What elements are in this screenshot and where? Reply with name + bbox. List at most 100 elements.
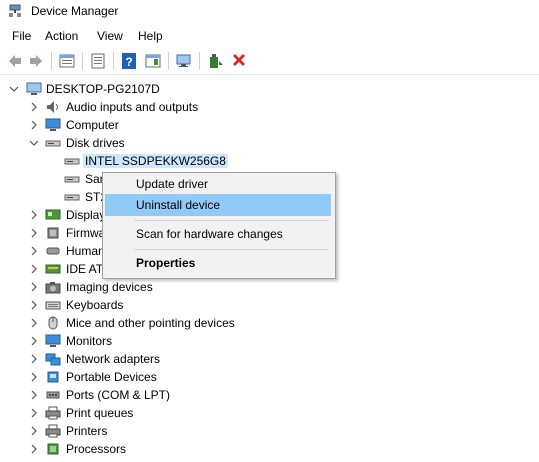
tree-item-label: Print queues [66,406,134,420]
menu-item-label: Update driver [136,177,209,191]
tree-item-label: INTEL SSDPEKKW256G8 [83,154,228,168]
action-pane-icon[interactable] [144,52,162,70]
chevron-right-icon[interactable] [29,282,39,292]
human-interface-icon [46,247,60,255]
chevron-right-icon[interactable] [29,264,39,274]
chevron-right-icon[interactable] [29,336,39,346]
tree-item-intel-ssd[interactable]: INTEL SSDPEKKW256G8 [0,152,539,170]
toolbar-separator [168,52,169,70]
menu-item-properties[interactable]: Properties [105,252,331,274]
chevron-right-icon[interactable] [29,372,39,382]
tree-item-network[interactable]: Network adapters [0,350,539,368]
title-bar: Device Manager [0,0,539,22]
tree-root[interactable]: DESKTOP-PG2107D [0,80,539,98]
menu-item-update-driver[interactable]: Update driver [105,173,331,195]
menu-view[interactable]: View [97,29,123,43]
tree-item-label: Printers [66,424,108,438]
toolbar-separator [82,52,83,70]
ide-controller-icon [45,264,61,274]
window-title: Device Manager [31,4,119,18]
keyboard-icon [45,301,61,310]
menu-action[interactable]: Action [45,29,78,43]
tree-item-label: Processors [66,442,127,456]
chevron-right-icon[interactable] [29,246,39,256]
svg-text:?: ? [125,55,132,69]
uninstall-icon[interactable] [230,52,248,70]
chevron-right-icon[interactable] [29,300,39,310]
menu-item-uninstall-device[interactable]: Uninstall device [105,194,331,216]
disk-drive-icon [64,194,80,201]
tree-item-label: Firmwa [66,226,106,240]
disk-drive-icon [64,176,80,183]
tree-item-keyboards[interactable]: Keyboards [0,296,539,314]
menu-file[interactable]: File [12,29,31,43]
tree-item-label: Audio inputs and outputs [66,100,199,114]
tree-item-label: Human [66,244,105,258]
toolbar: ? [0,48,539,75]
tree-item-label: Computer [66,118,119,132]
tree-item-label: Ports (COM & LPT) [66,388,171,402]
computer-icon [26,82,42,95]
disk-drive-icon [45,140,61,147]
disk-drive-icon [64,158,80,165]
tree-item-audio[interactable]: Audio inputs and outputs [0,98,539,116]
tree-item-label: Mice and other pointing devices [66,316,235,330]
tree-item-mice[interactable]: Mice and other pointing devices [0,314,539,332]
network-adapter-icon [45,353,61,366]
menu-separator [134,220,329,221]
tree-item-ports[interactable]: Ports (COM & LPT) [0,386,539,404]
menu-separator [134,249,329,250]
tree-item-label: Imaging devices [66,280,153,294]
tree-item-label: Sar [85,172,104,186]
tree-item-monitors[interactable]: Monitors [0,332,539,350]
tree-item-label: Keyboards [66,298,124,312]
tree-item-label: Network adapters [66,352,161,366]
monitor-icon [45,334,61,347]
tree-item-print-queues[interactable]: Print queues [0,404,539,422]
chevron-right-icon[interactable] [29,102,39,112]
device-manager-icon [9,4,21,17]
tree-item-processors[interactable]: Processors [0,440,539,458]
printer-icon [45,406,61,420]
tree-item-label: Display [66,208,106,222]
menu-item-scan-hardware[interactable]: Scan for hardware changes [105,223,331,245]
tree-item-imaging[interactable]: Imaging devices [0,278,539,296]
firmware-icon [47,227,59,239]
display-adapter-icon [45,209,61,220]
tree-item-printers[interactable]: Printers [0,422,539,440]
menu-bar: File Action View Help [0,26,539,46]
toolbar-separator [113,52,114,70]
scan-hardware-icon[interactable] [175,52,193,70]
properties-icon[interactable] [58,52,76,70]
chevron-down-icon[interactable] [29,138,39,148]
chevron-right-icon[interactable] [29,354,39,364]
tree-item-label: Portable Devices [66,370,157,384]
tree-item-computer[interactable]: Computer [0,116,539,134]
chevron-right-icon[interactable] [29,444,39,454]
show-hide-tree-icon[interactable] [89,52,107,70]
tree-item-label: Disk drives [66,136,125,150]
mouse-icon [48,316,58,330]
menu-item-label: Properties [136,256,196,270]
chevron-right-icon[interactable] [29,426,39,436]
printer-icon [45,424,61,438]
chevron-right-icon[interactable] [29,408,39,418]
chevron-right-icon[interactable] [29,210,39,220]
chevron-right-icon[interactable] [29,318,39,328]
forward-icon[interactable] [27,52,45,70]
processor-icon [47,443,59,455]
tree-item-portable[interactable]: Portable Devices [0,368,539,386]
menu-help[interactable]: Help [138,29,163,43]
help-icon[interactable]: ? [120,52,138,70]
context-menu: Update driver Uninstall device Scan for … [102,172,336,279]
chevron-down-icon[interactable] [9,84,19,94]
chevron-right-icon[interactable] [29,120,39,130]
update-driver-icon[interactable] [207,52,225,70]
tree-item-disk-drives[interactable]: Disk drives [0,134,539,152]
chevron-right-icon[interactable] [29,228,39,238]
tree-item-label: DESKTOP-PG2107D [46,82,160,96]
back-icon[interactable] [6,52,24,70]
menu-item-label: Scan for hardware changes [136,227,283,241]
tree-item-label: Monitors [66,334,113,348]
chevron-right-icon[interactable] [29,390,39,400]
